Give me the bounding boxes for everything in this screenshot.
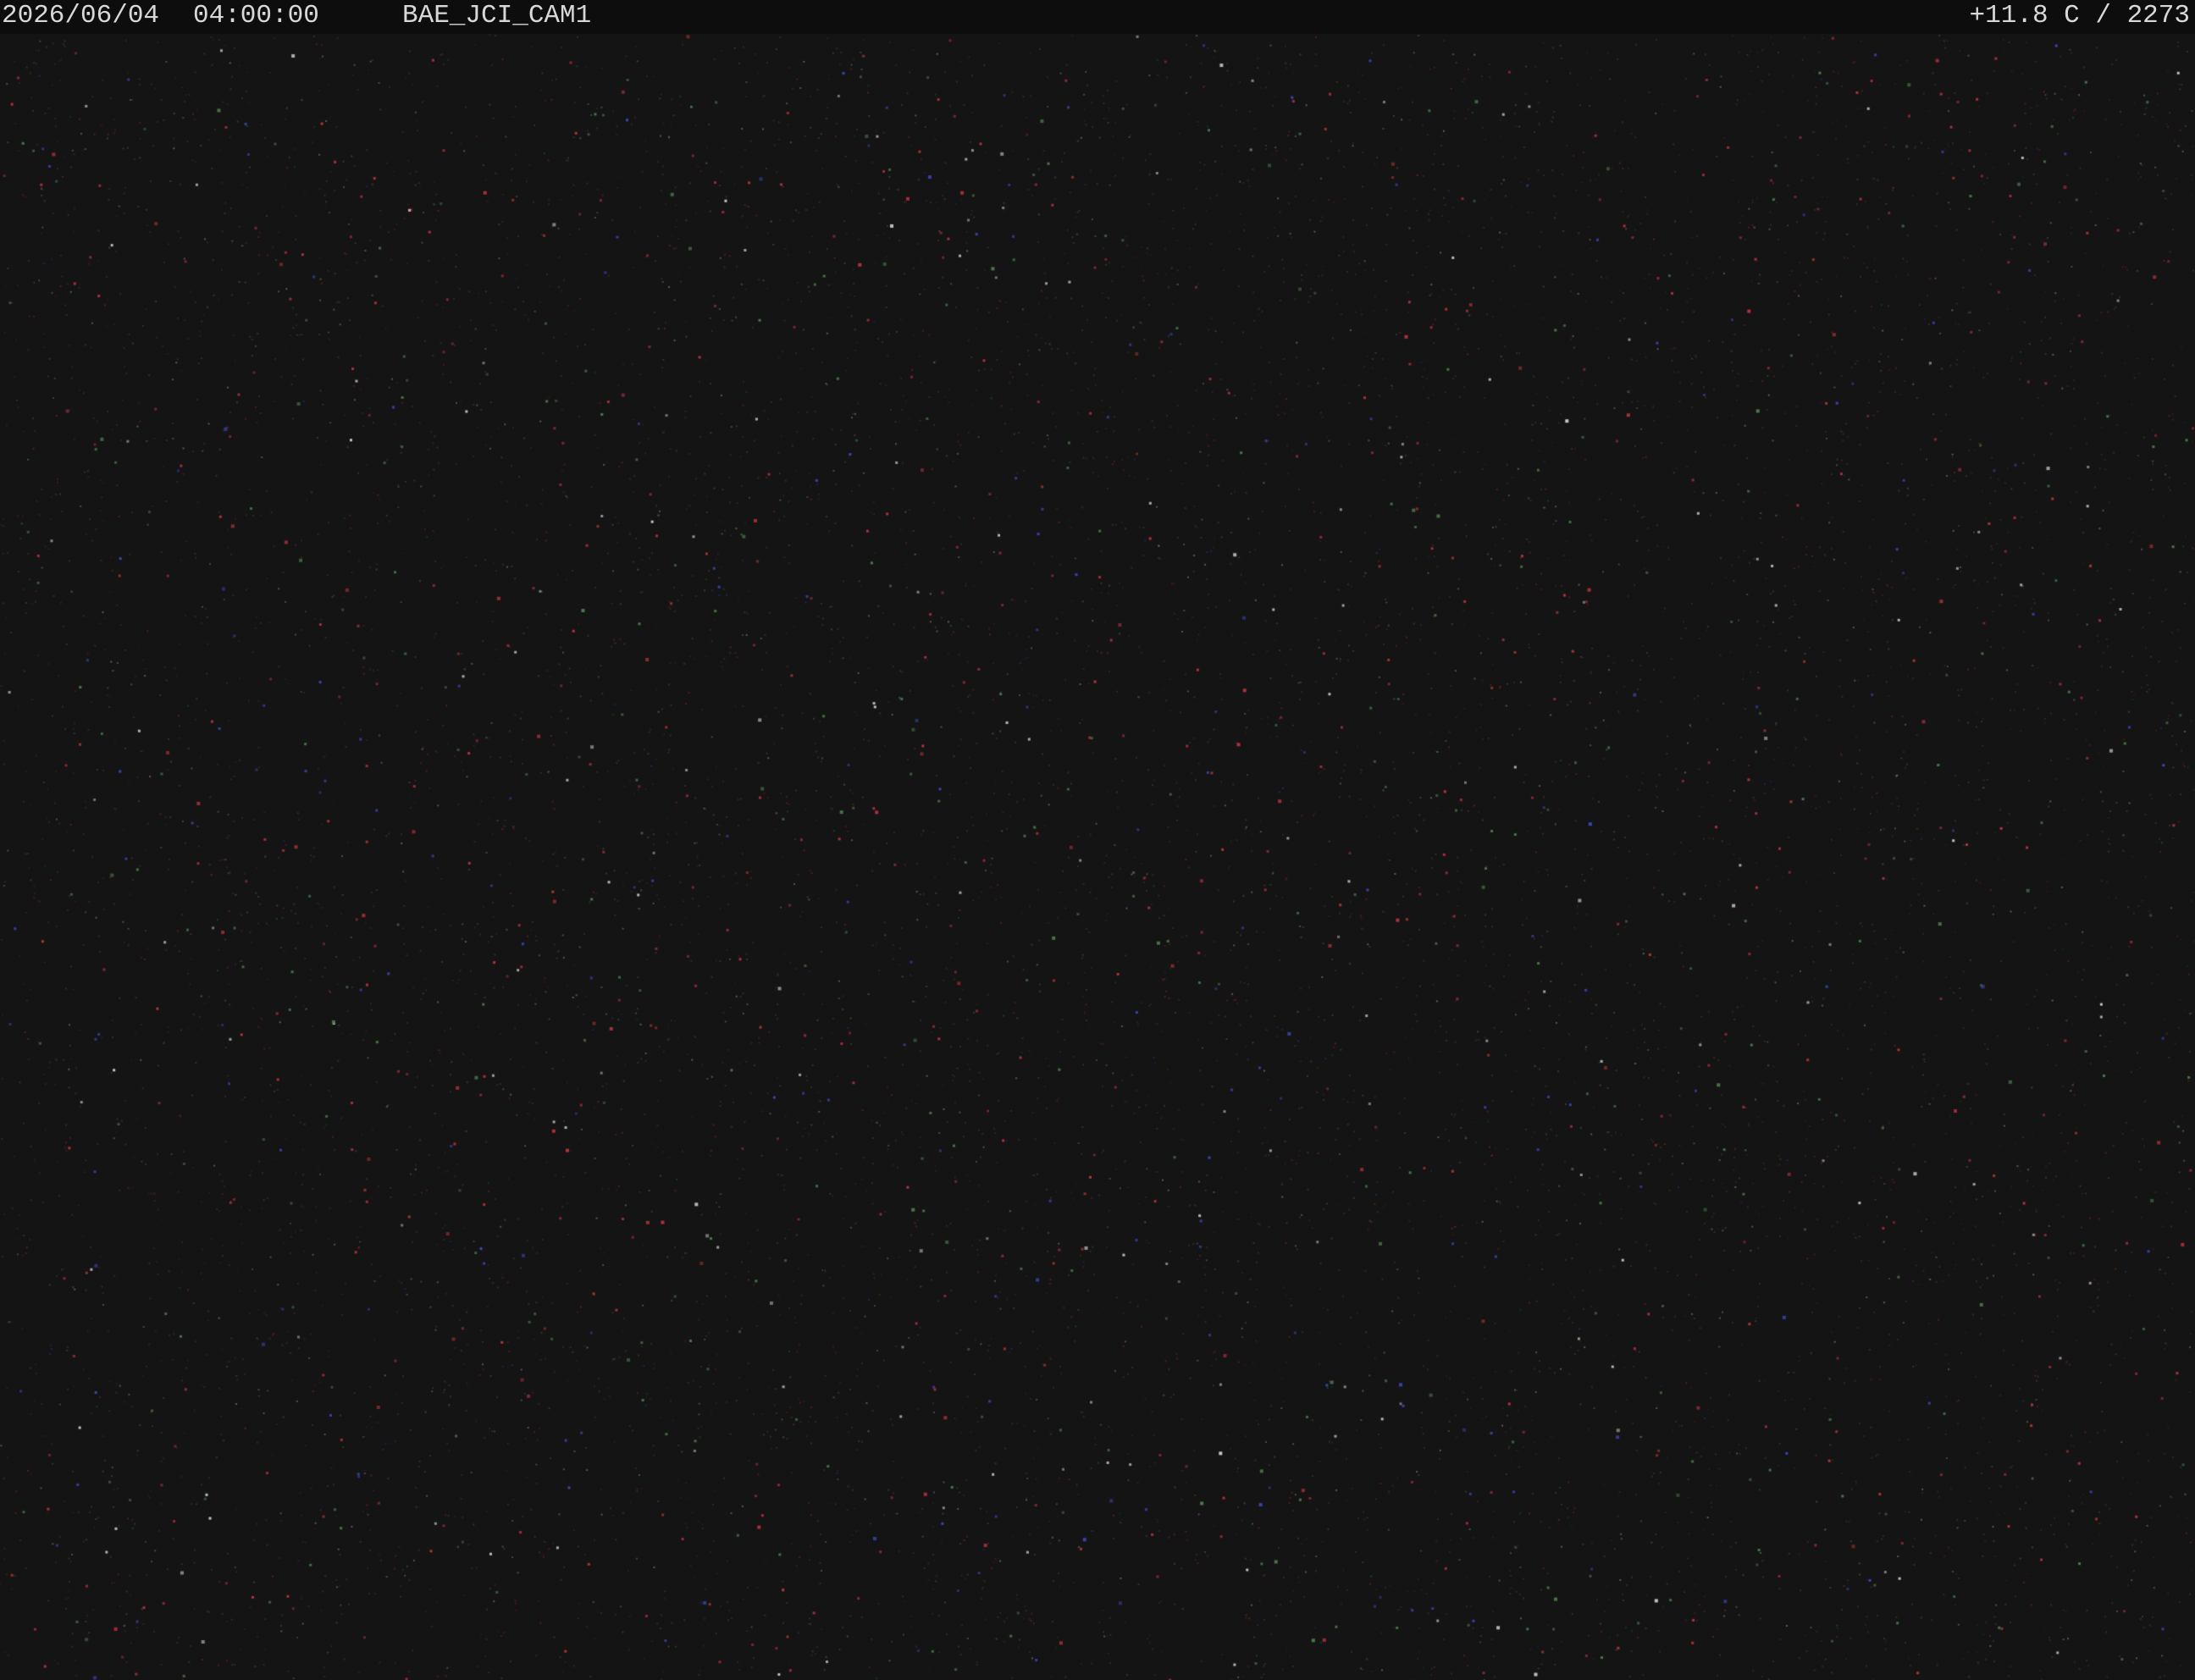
camera-frame: 2026/06/04 04:00:00 BAE_JCI_CAM1 +11.8 C…	[0, 0, 2195, 1680]
camera-id: BAE_JCI_CAM1	[402, 1, 592, 30]
capture-date: 2026/06/04	[2, 1, 160, 30]
night-sky-image	[0, 34, 2195, 1680]
sensor-readout: +11.8 C / 2273	[1969, 1, 2190, 30]
capture-time: 04:00:00	[193, 1, 319, 30]
timestamp-overlay-bar: 2026/06/04 04:00:00 BAE_JCI_CAM1 +11.8 C…	[0, 0, 2195, 34]
